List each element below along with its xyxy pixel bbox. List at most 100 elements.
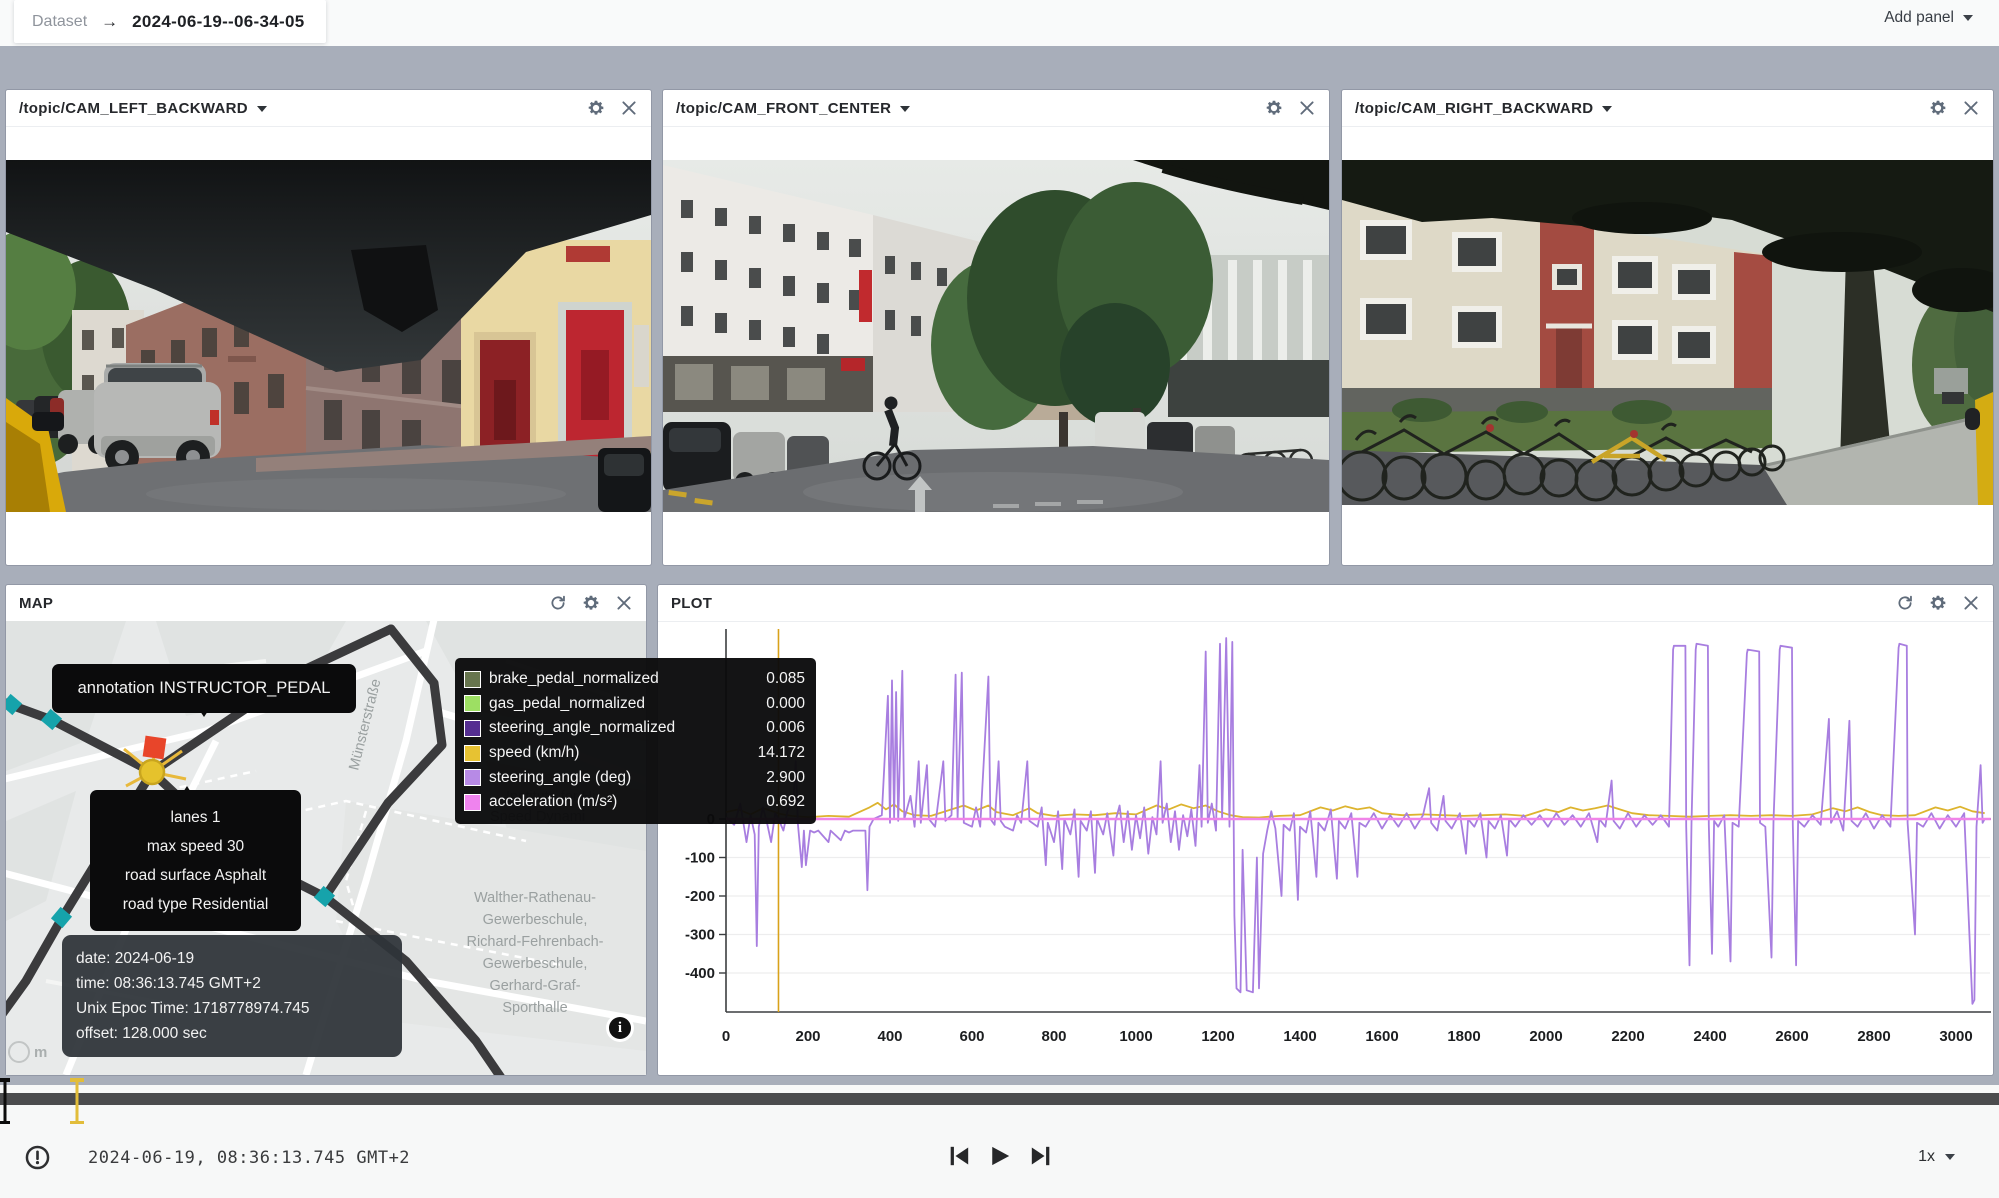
- svg-text:Gerhard-Graf-: Gerhard-Graf-: [489, 978, 580, 994]
- svg-text:400: 400: [877, 1028, 902, 1045]
- legend-swatch: [464, 745, 481, 762]
- svg-text:1400: 1400: [1283, 1028, 1316, 1045]
- camera-image-right-backward: [1342, 160, 1993, 505]
- panel-cam-left-backward: /topic/CAM_LEFT_BACKWARD: [6, 90, 651, 565]
- add-panel-button[interactable]: Add panel: [1884, 9, 1973, 27]
- topic-label: /topic/CAM_RIGHT_BACKWARD: [1355, 100, 1593, 117]
- panel-header: MAP: [6, 585, 646, 622]
- map-info-button[interactable]: i: [606, 1014, 634, 1042]
- panel-plot: PLOT 0-100-200-300-400020040060080010001…: [658, 585, 1993, 1075]
- plot-chart: 0-100-200-300-40002004006008001000120014…: [658, 621, 1993, 1075]
- breadcrumb-arrow-icon: →: [101, 12, 118, 32]
- playback-speed-label: 1x: [1918, 1148, 1935, 1166]
- topic-label: /topic/CAM_FRONT_CENTER: [676, 100, 891, 117]
- topic-label: /topic/CAM_LEFT_BACKWARD: [19, 100, 248, 117]
- map-panel-title: MAP: [19, 595, 53, 612]
- topic-selector[interactable]: /topic/CAM_FRONT_CENTER: [676, 100, 910, 117]
- close-icon[interactable]: [615, 594, 633, 612]
- svg-text:-400: -400: [685, 965, 715, 982]
- breadcrumb-root[interactable]: Dataset: [32, 13, 87, 31]
- legend-swatch: [464, 720, 481, 737]
- svg-text:800: 800: [1041, 1028, 1066, 1045]
- close-icon[interactable]: [1962, 99, 1980, 117]
- close-icon[interactable]: [620, 99, 638, 117]
- svg-text:3000: 3000: [1939, 1028, 1972, 1045]
- svg-text:1000: 1000: [1119, 1028, 1152, 1045]
- gear-icon[interactable]: [587, 99, 605, 117]
- playback-status: 2024-06-19, 08:36:13.745 GMT+2: [25, 1145, 410, 1170]
- legend-row[interactable]: steering_angle (deg) 2.900: [464, 765, 805, 790]
- legend-swatch: [464, 695, 481, 712]
- gear-icon[interactable]: [582, 594, 600, 612]
- svg-text:-200: -200: [685, 888, 715, 905]
- close-icon[interactable]: [1962, 594, 1980, 612]
- info-icon: i: [609, 1017, 631, 1039]
- chevron-down-icon: [1602, 106, 1612, 112]
- svg-text:Gewerbeschule,: Gewerbeschule,: [483, 912, 588, 928]
- playback-speed-selector[interactable]: 1x: [1918, 1148, 1955, 1166]
- plot-canvas[interactable]: 0-100-200-300-40002004006008001000120014…: [658, 621, 1993, 1075]
- camera-image-front-center: [663, 160, 1329, 512]
- skip-to-end-button[interactable]: [1029, 1144, 1053, 1168]
- svg-text:Richard-Fehrenbach-: Richard-Fehrenbach-: [466, 934, 603, 950]
- chevron-down-icon: [900, 106, 910, 112]
- add-panel-label: Add panel: [1884, 9, 1954, 27]
- topic-selector[interactable]: /topic/CAM_LEFT_BACKWARD: [19, 100, 267, 117]
- svg-text:Gewerbeschule,: Gewerbeschule,: [483, 956, 588, 972]
- svg-text:-300: -300: [685, 927, 715, 944]
- plot-legend[interactable]: brake_pedal_normalized 0.085 gas_pedal_n…: [455, 658, 816, 824]
- timeline-track[interactable]: [0, 1093, 1999, 1105]
- legend-row[interactable]: acceleration (m/s²) 0.692: [464, 790, 805, 815]
- legend-row[interactable]: brake_pedal_normalized 0.085: [464, 667, 805, 692]
- map-tooltip-road-info: lanes 1 max speed 30 road surface Asphal…: [90, 790, 301, 931]
- legend-row[interactable]: steering_angle_normalized 0.006: [464, 716, 805, 741]
- panel-header: PLOT: [658, 585, 1993, 622]
- timeline-start-cursor[interactable]: [0, 1078, 10, 1124]
- svg-text:Sporthalle: Sporthalle: [502, 1000, 567, 1016]
- svg-text:2400: 2400: [1693, 1028, 1726, 1045]
- svg-text:2200: 2200: [1611, 1028, 1644, 1045]
- svg-text:1600: 1600: [1365, 1028, 1398, 1045]
- timeline-playhead-cursor[interactable]: [70, 1078, 84, 1124]
- map-tooltip-time-info: date: 2024-06-19 time: 08:36:13.745 GMT+…: [62, 935, 402, 1057]
- legend-row[interactable]: speed (km/h) 14.172: [464, 741, 805, 766]
- plot-panel-title: PLOT: [671, 595, 712, 612]
- refresh-icon[interactable]: [549, 594, 567, 612]
- map-attribution: m: [8, 1041, 47, 1063]
- svg-text:-100: -100: [685, 850, 715, 867]
- svg-text:600: 600: [959, 1028, 984, 1045]
- svg-text:1200: 1200: [1201, 1028, 1234, 1045]
- close-icon[interactable]: [1298, 99, 1316, 117]
- svg-text:0: 0: [722, 1028, 730, 1045]
- gear-icon[interactable]: [1265, 99, 1283, 117]
- skip-to-start-button[interactable]: [947, 1144, 971, 1168]
- current-timestamp: 2024-06-19, 08:36:13.745 GMT+2: [88, 1148, 410, 1168]
- svg-text:2800: 2800: [1857, 1028, 1890, 1045]
- panel-cam-right-backward: /topic/CAM_RIGHT_BACKWARD: [1342, 90, 1993, 565]
- refresh-icon[interactable]: [1896, 594, 1914, 612]
- panel-header: /topic/CAM_LEFT_BACKWARD: [6, 90, 651, 127]
- play-button[interactable]: [988, 1144, 1012, 1168]
- app-window: Dataset → 2024-06-19--06-34-05 Add panel…: [0, 0, 1999, 1198]
- svg-text:2000: 2000: [1529, 1028, 1562, 1045]
- gear-icon[interactable]: [1929, 594, 1947, 612]
- alert-icon[interactable]: [25, 1145, 50, 1170]
- chevron-down-icon: [257, 106, 267, 112]
- breadcrumb[interactable]: Dataset → 2024-06-19--06-34-05: [14, 0, 326, 43]
- panel-header: /topic/CAM_RIGHT_BACKWARD: [1342, 90, 1993, 127]
- gear-icon[interactable]: [1929, 99, 1947, 117]
- panel-cam-front-center: /topic/CAM_FRONT_CENTER: [663, 90, 1329, 565]
- chevron-down-icon: [1963, 15, 1973, 21]
- dataset-title: 2024-06-19--06-34-05: [132, 12, 304, 32]
- map-tooltip-annotation: annotation INSTRUCTOR_PEDAL: [52, 664, 356, 713]
- top-bar: Dataset → 2024-06-19--06-34-05 Add panel: [0, 0, 1999, 46]
- topic-selector[interactable]: /topic/CAM_RIGHT_BACKWARD: [1355, 100, 1612, 117]
- legend-swatch: [464, 794, 481, 811]
- chevron-down-icon: [1945, 1154, 1955, 1160]
- legend-row[interactable]: gas_pedal_normalized 0.000: [464, 692, 805, 717]
- legend-swatch: [464, 671, 481, 688]
- svg-text:Walther-Rathenau-: Walther-Rathenau-: [474, 890, 596, 906]
- transport-controls: [947, 1144, 1053, 1168]
- svg-text:200: 200: [795, 1028, 820, 1045]
- legend-swatch: [464, 769, 481, 786]
